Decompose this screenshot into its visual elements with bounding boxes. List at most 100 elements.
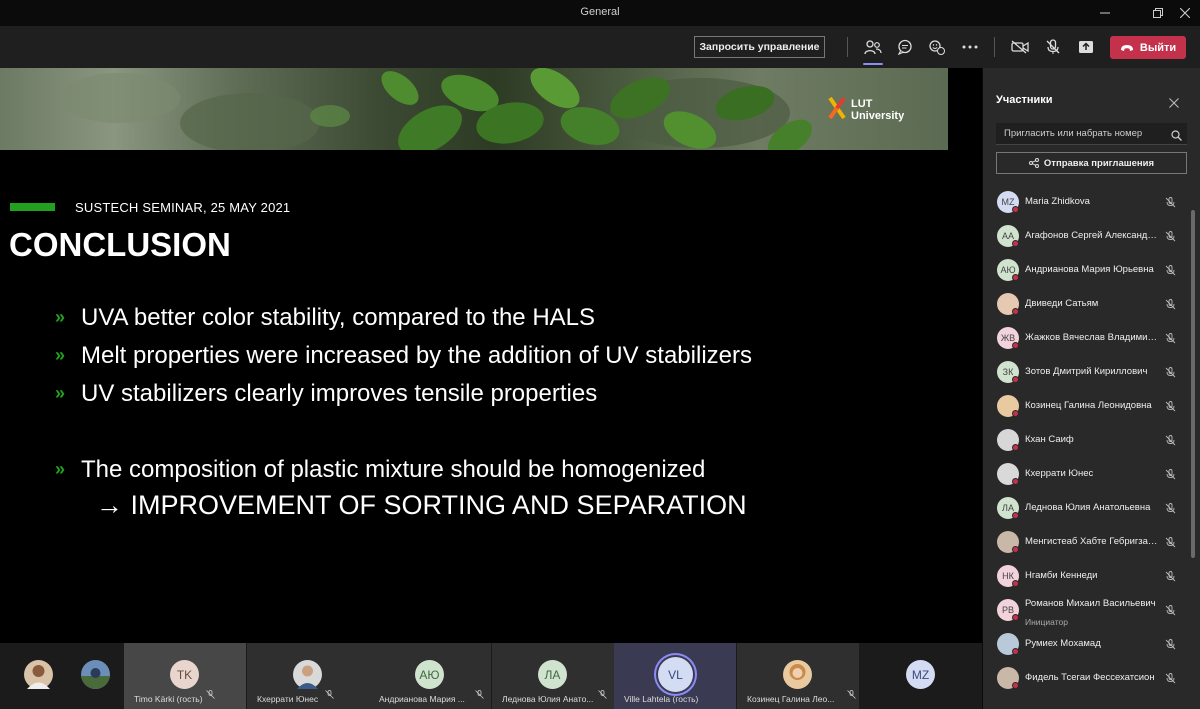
tile-name: Андрианова Мария ...	[379, 694, 465, 704]
participant-row[interactable]: ЗК Зотов Дмитрий Кириллович	[983, 354, 1193, 388]
presence-status-icon	[1012, 410, 1019, 417]
participant-row[interactable]: ЛА Леднова Юлия Анатольевна	[983, 490, 1193, 524]
double-chevron-icon: »	[55, 345, 66, 365]
mic-off-icon[interactable]	[1165, 399, 1176, 417]
close-window-icon[interactable]	[1170, 0, 1200, 26]
participants-icon[interactable]	[860, 34, 886, 65]
restore-icon[interactable]	[1143, 0, 1173, 26]
leaves-illustration	[60, 68, 812, 150]
mic-off-icon[interactable]	[1165, 569, 1176, 587]
participant-name: Леднова Юлия Анатольевна	[1025, 502, 1151, 513]
phone-icon	[1120, 44, 1133, 51]
participant-tile[interactable]: Козинец Галина Лео...	[737, 643, 859, 709]
avatar-photo	[783, 660, 812, 689]
accent-bar	[10, 203, 55, 211]
mic-off-icon[interactable]	[1165, 195, 1176, 213]
participant-tile[interactable]	[62, 643, 124, 709]
search-icon[interactable]	[1171, 128, 1182, 146]
share-link-icon	[1028, 158, 1039, 168]
participant-tile[interactable]: ЛА Леднова Юлия Анато...	[492, 643, 614, 709]
leave-button[interactable]: Выйти	[1110, 36, 1186, 59]
bullet-item: » The composition of plastic mixture shou…	[55, 456, 705, 484]
lut-logo-text: LUT University	[851, 98, 904, 122]
mic-off-icon[interactable]	[1165, 637, 1176, 655]
chat-icon[interactable]	[892, 34, 918, 60]
presence-status-icon	[1012, 240, 1019, 247]
participant-tile[interactable]: АЮ Андрианова Мария ...	[369, 643, 491, 709]
mic-off-icon[interactable]	[1165, 467, 1176, 485]
presence-status-icon	[1012, 648, 1019, 655]
invite-input[interactable]	[996, 123, 1187, 145]
mic-off-icon	[206, 686, 215, 704]
participant-row[interactable]: Козинец Галина Леонидовна	[983, 388, 1193, 422]
mic-off-icon[interactable]	[1165, 263, 1176, 281]
participant-row[interactable]: Двиведи Сатьям	[983, 286, 1193, 320]
participant-row[interactable]: MZ Maria Zhidkova	[983, 184, 1193, 218]
share-screen-icon[interactable]	[1073, 34, 1099, 60]
mic-off-icon[interactable]	[1165, 229, 1176, 247]
double-chevron-icon: »	[55, 459, 66, 479]
bullet-item: » UVA better color stability, compared to…	[55, 304, 595, 332]
more-icon[interactable]	[957, 34, 983, 60]
tile-name: Козинец Галина Лео...	[747, 694, 835, 704]
sub-bullet-text: → IMPROVEMENT OF SORTING AND SEPARATION	[96, 490, 747, 520]
mic-off-icon[interactable]	[1165, 501, 1176, 519]
participant-row[interactable]: ЖВ Жажков Вячеслав Владимирович	[983, 320, 1193, 354]
lut-logo-mark	[828, 96, 846, 120]
mic-off-icon[interactable]	[1165, 331, 1176, 349]
mic-off-icon[interactable]	[1165, 297, 1176, 315]
participant-row[interactable]: АА Агафонов Сергей Александрович	[983, 218, 1193, 252]
reactions-icon[interactable]	[924, 34, 950, 60]
participant-name: Романов Михаил Васильевич	[1025, 598, 1156, 609]
meeting-toolbar: Запросить управление Выйти	[0, 26, 1200, 68]
participant-name: Кхан Саиф	[1025, 434, 1074, 445]
participant-name: Румиех Мохамад	[1025, 638, 1101, 649]
presence-status-icon	[1012, 376, 1019, 383]
teams-meeting-window: General Запросить управление Выйти LUT U…	[0, 0, 1200, 709]
mic-off-icon	[475, 686, 484, 704]
mic-off-icon[interactable]	[1165, 671, 1176, 689]
participant-row[interactable]: Кхан Саиф	[983, 422, 1193, 456]
participant-tile[interactable]: VL Ville Lahtela (гость)	[614, 643, 736, 709]
participant-row[interactable]: Кхеррати Юнес	[983, 456, 1193, 490]
participant-row[interactable]: РВ Романов Михаил Васильевич Инициатор	[983, 592, 1193, 627]
bullet-item: » Melt properties were increased by the a…	[55, 342, 752, 370]
mic-off-icon[interactable]	[1040, 34, 1066, 60]
avatar-initials: VL	[658, 657, 693, 692]
participant-name: Двиведи Сатьям	[1025, 298, 1099, 309]
participant-name: Жажков Вячеслав Владимирович	[1025, 332, 1161, 343]
double-chevron-icon: »	[55, 383, 66, 403]
avatar-initials: ЛА	[538, 660, 567, 689]
mic-off-icon[interactable]	[1165, 365, 1176, 383]
toolbar-divider	[994, 37, 995, 57]
mic-off-icon[interactable]	[1165, 535, 1176, 553]
participant-tile[interactable]: TK Timo Kärki (гость)	[124, 643, 246, 709]
participant-row[interactable]: НК Нгамби Кеннеди	[983, 558, 1193, 592]
shared-presentation: LUT University SUSTECH SEMINAR, 25 MAY 2…	[0, 68, 982, 643]
participant-row[interactable]: Менгистеаб Хабте Гебригзабер	[983, 524, 1193, 558]
mic-off-icon[interactable]	[1165, 603, 1176, 621]
avatar-photo	[293, 660, 322, 689]
send-invite-button[interactable]: Отправка приглашения	[996, 152, 1187, 174]
scrollbar[interactable]	[1191, 210, 1195, 558]
mic-off-icon[interactable]	[1165, 433, 1176, 451]
presence-status-icon	[1012, 308, 1019, 315]
participant-name: Нгамби Кеннеди	[1025, 570, 1098, 581]
participant-row[interactable]: Фидель Тсегаи Фессехатсион	[983, 660, 1193, 694]
request-control-button[interactable]: Запросить управление	[694, 36, 825, 58]
lut-logo-line2: University	[851, 110, 905, 122]
participant-row[interactable]: Румиех Мохамад	[983, 626, 1193, 660]
tile-name: Ville Lahtela (гость)	[624, 694, 699, 704]
participant-tile[interactable]: MZ	[859, 643, 982, 709]
camera-off-icon[interactable]	[1007, 34, 1033, 60]
participant-tile[interactable]: Кхеррати Юнес	[247, 643, 369, 709]
close-icon[interactable]	[1169, 96, 1179, 111]
window-title: General	[580, 6, 620, 18]
mic-off-icon	[598, 686, 607, 704]
participant-row[interactable]: АЮ Андрианова Мария Юрьевна	[983, 252, 1193, 286]
banner-image: LUT University	[0, 68, 948, 150]
participant-name: Зотов Дмитрий Кириллович	[1025, 366, 1148, 377]
participant-name: Фидель Тсегаи Фессехатсион	[1025, 672, 1155, 683]
minimize-icon[interactable]	[1090, 0, 1120, 26]
participant-tile[interactable]	[0, 643, 62, 709]
